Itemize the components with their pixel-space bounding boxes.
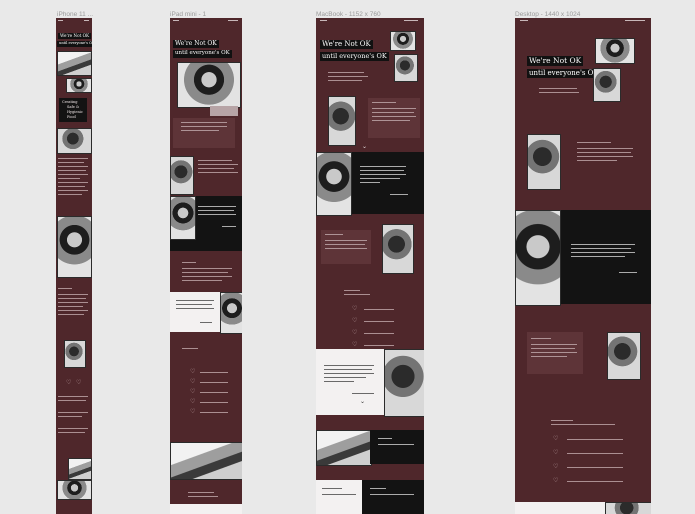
quote-line-3: Hygienic [67,110,83,114]
footer-white [316,480,362,514]
hero-title-line2: until everyone's OK [57,41,92,47]
hero-photo-2 [593,68,621,102]
footer-white [170,504,242,514]
frame-label-ipad: iPad mini - 1 [170,11,207,18]
footer-photo [316,430,372,466]
frame-label-macbook: MacBook - 1152 x 760 [316,11,381,18]
nav-bar [515,18,651,24]
quote-photo [170,196,196,240]
quote-line-4: Food [67,115,76,119]
footer-photo-2 [57,480,92,500]
frame-label-iphone: iPhone 11 ... [57,11,94,18]
nav-bar [316,18,424,24]
section-photo [328,96,356,146]
quote-panel [170,196,242,251]
heart-icon: ♡ [553,450,559,456]
ipad-artboard[interactable]: We're Not OK until everyone's OK ♡ ♡ ♡ ♡… [170,18,242,514]
iphone-artboard[interactable]: We're Not OK until everyone's OK Creatin… [56,18,92,514]
heart-icon: ♡ [190,409,196,415]
quote-photo [515,210,561,306]
nav-bar [56,18,92,24]
quote-panel [515,210,651,306]
hero-title-line1: We're Not OK [173,40,219,48]
chevron-down-icon[interactable]: ⌄ [360,399,365,405]
section-photo [170,156,194,195]
hero-title-line2: until everyone's OK [320,52,389,61]
hero-title-line1: We're Not OK [527,56,584,66]
hero-title-line2: until everyone's OK [527,69,601,78]
portrait-photo [382,224,414,274]
footer-photo [605,502,651,514]
portrait-photo [66,78,92,93]
quote-photo [220,292,242,334]
quote-photo [384,349,424,417]
frame-label-desktop: Desktop - 1440 x 1024 [515,11,581,18]
info-card-2 [321,230,371,264]
heart-icon: ♡ [190,389,196,395]
heart-icon: ♡ [352,306,358,312]
section-photo [57,128,92,154]
macbook-artboard[interactable]: We're Not OK until everyone's OK ⌄ ♡ ♡ ♡… [316,18,424,514]
heart-icon: ♡ [66,380,72,386]
hero-title-line1: We're Not OK [320,40,373,49]
info-card [173,118,235,148]
footer-white [515,502,605,514]
info-card [527,332,583,374]
footer-photo [170,442,242,480]
quote-photo [316,152,352,216]
heart-icon: ♡ [190,379,196,385]
heart-icon: ♡ [190,399,196,405]
footer-black [370,430,424,464]
white-quote-panel [170,292,220,332]
info-card [368,98,420,138]
heart-icon: ♡ [190,369,196,375]
white-quote-panel: ⌄ [316,349,384,415]
round-photo [64,340,86,368]
tall-photo [57,216,92,278]
footer-photo [68,458,92,480]
nav-bar [170,18,242,24]
heart-icon: ♡ [352,318,358,324]
footer-black-2 [362,480,424,514]
portrait-photo [607,332,641,380]
heart-icon: ♡ [352,330,358,336]
hero-photo [57,51,92,76]
heart-icon: ♡ [553,436,559,442]
heart-icon: ♡ [76,380,82,386]
desktop-artboard[interactable]: We're Not OK until everyone's OK ♡ ♡ ♡ ♡ [515,18,651,514]
heart-icon: ♡ [553,464,559,470]
chevron-down-icon[interactable]: ⌄ [362,144,367,150]
hero-photo [177,62,241,108]
hero-photo-2 [394,54,418,82]
section-photo [527,134,561,190]
hero-title-line1: We're Not OK [58,33,92,40]
hero-title-line2: until everyone's OK [173,50,232,58]
heart-icon: ♡ [553,478,559,484]
quote-line-2: Safe & [67,105,80,109]
hero-photo-1 [595,38,635,64]
quote-panel [316,152,424,216]
quote-line-1: Creating [62,100,78,104]
quote-panel: Creating Safe & Hygienic Food [59,98,87,122]
hero-photo-1 [390,31,416,51]
caption-box [210,106,238,116]
heart-icon: ♡ [352,342,358,348]
